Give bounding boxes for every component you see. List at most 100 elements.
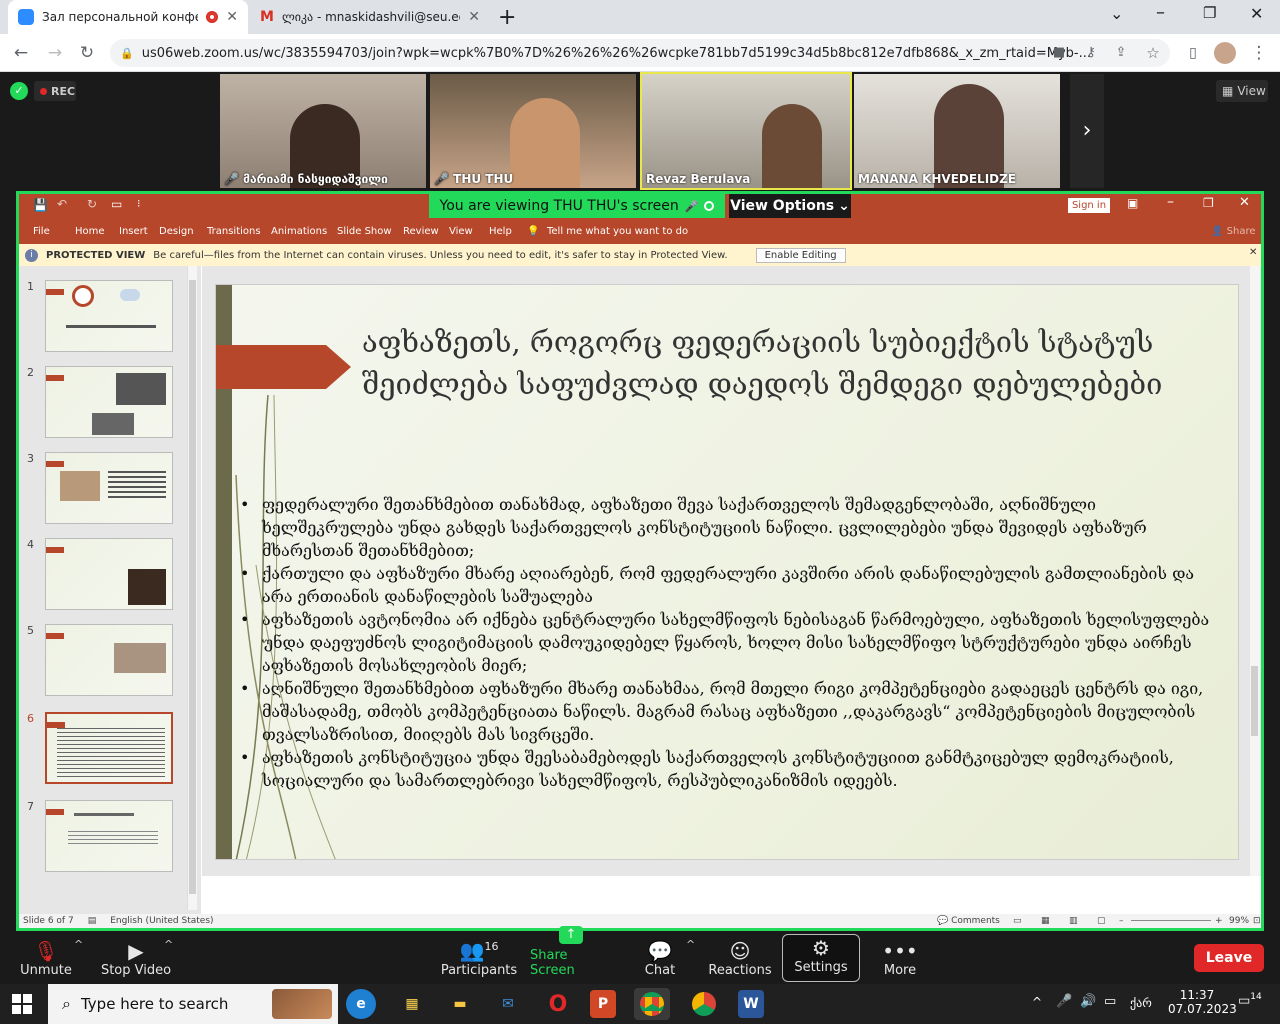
microphone-tray-icon[interactable]: 🎤 — [1056, 994, 1072, 1009]
next-videos-chevron-icon[interactable]: › — [1070, 74, 1104, 188]
zoom-level[interactable]: 99% — [1229, 916, 1249, 926]
new-tab-button[interactable]: + — [498, 5, 516, 30]
slide-thumbnail-selected[interactable] — [45, 712, 173, 784]
settings-button[interactable]: ⚙ Settings — [782, 934, 860, 982]
slide-thumbnail[interactable] — [45, 624, 173, 696]
spellcheck-icon[interactable]: ▤ — [88, 916, 97, 926]
participants-button[interactable]: 👥16 Participants — [441, 934, 517, 984]
zoom-out-icon[interactable]: – — [1119, 916, 1124, 926]
participant-video-tile[interactable]: 🎤 THU THU — [428, 72, 638, 190]
menu-view[interactable]: View — [449, 226, 473, 237]
menu-slide-show[interactable]: Slide Show — [337, 226, 392, 237]
close-icon[interactable]: ✕ — [1249, 247, 1257, 258]
slide-thumbnail[interactable] — [45, 452, 173, 524]
browser-tab-gmail[interactable]: M ლიკა - mnaskidashvili@seu.edu ✕ — [250, 0, 490, 34]
save-icon[interactable]: 💾 — [33, 198, 48, 212]
slideshow-view-icon[interactable]: ▢ — [1097, 916, 1106, 926]
key-icon[interactable]: ⚷ — [1080, 42, 1102, 64]
windows-start-icon[interactable] — [12, 994, 32, 1014]
reload-icon[interactable]: ↻ — [76, 42, 98, 64]
enable-editing-button[interactable]: Enable Editing — [755, 247, 846, 263]
mail-icon[interactable]: ✉ — [490, 988, 526, 1020]
fit-slide-icon[interactable]: ⊡ — [1253, 916, 1261, 926]
language-indicator[interactable]: English (United States) — [110, 916, 213, 926]
volume-icon[interactable]: 🔊 — [1080, 994, 1096, 1009]
stop-video-button[interactable]: ▶ Stop Video — [98, 934, 174, 984]
browser-menu-icon[interactable]: ⋮ — [1248, 42, 1270, 64]
slide-thumbnail[interactable] — [45, 538, 173, 610]
menu-insert[interactable]: Insert — [119, 226, 148, 237]
minimize-window-button[interactable]: – — [1156, 2, 1165, 23]
thumbnail-scrollbar[interactable] — [187, 266, 197, 910]
slide-thumbnail[interactable] — [45, 366, 173, 438]
present-icon[interactable]: ▭ — [111, 197, 122, 211]
minimize-icon[interactable]: – — [1167, 194, 1174, 210]
menu-help[interactable]: Help — [489, 226, 512, 237]
menu-file[interactable]: File — [33, 226, 50, 237]
slide-scrollbar[interactable] — [1250, 266, 1260, 876]
tab-search-icon[interactable]: ⌄ — [1110, 4, 1123, 23]
close-window-button[interactable]: ✕ — [1250, 4, 1263, 23]
side-panel-icon[interactable]: ▯ — [1182, 42, 1204, 64]
clock[interactable]: 11:37 07.07.2023 — [1168, 988, 1237, 1016]
unmute-button[interactable]: 🎙 Unmute — [14, 934, 78, 984]
leave-button[interactable]: Leave — [1194, 944, 1264, 972]
normal-view-icon[interactable]: ▭ — [1013, 916, 1022, 926]
chrome-profile-icon[interactable] — [686, 988, 722, 1020]
menu-review[interactable]: Review — [403, 226, 439, 237]
redo-icon[interactable]: ↻ — [87, 197, 97, 211]
edge-browser-icon[interactable]: e — [346, 989, 376, 1019]
slide-sorter-icon[interactable]: ▦ — [1041, 916, 1050, 926]
zoom-in-icon[interactable]: + — [1215, 916, 1223, 926]
participant-video-tile[interactable]: MANANA KHVEDELIDZE — [852, 72, 1062, 190]
menu-transitions[interactable]: Transitions — [207, 226, 261, 237]
url-field[interactable]: 🔒 us06web.zoom.us/wc/3835594703/join?wpk… — [110, 39, 1170, 67]
powerpoint-icon[interactable]: P — [590, 990, 616, 1018]
camera-blocked-icon[interactable]: ■ — [1048, 42, 1070, 64]
more-button[interactable]: ••• More — [876, 934, 924, 984]
network-icon[interactable]: ▭ — [1104, 994, 1116, 1009]
menu-animations[interactable]: Animations — [271, 226, 327, 237]
comments-button[interactable]: 💬 Comments — [937, 916, 1000, 926]
undo-icon[interactable]: ↶ — [57, 197, 67, 211]
browser-tab-zoom[interactable]: Зал персональной конфере ✕ — [8, 0, 248, 34]
restore-window-button[interactable]: ❐ — [1203, 4, 1216, 22]
opera-browser-icon[interactable]: O — [540, 988, 576, 1020]
view-button[interactable]: ▦ View — [1216, 80, 1268, 102]
close-tab-icon[interactable]: ✕ — [468, 9, 480, 25]
audio-options-caret-icon[interactable]: ^ — [74, 938, 83, 951]
chrome-browser-icon[interactable] — [634, 988, 670, 1020]
close-icon[interactable]: ✕ — [1239, 195, 1250, 210]
show-hidden-icons-caret[interactable]: ^ — [1032, 995, 1042, 1009]
forward-arrow-icon[interactable]: → — [44, 42, 66, 64]
slide-thumbnail[interactable] — [45, 280, 173, 352]
video-options-caret-icon[interactable]: ^ — [164, 938, 173, 951]
close-tab-icon[interactable]: ✕ — [226, 9, 238, 25]
tell-me-search[interactable]: Tell me what you want to do — [547, 226, 688, 237]
participant-video-tile-active-speaker[interactable]: Revaz Berulava — [640, 72, 852, 190]
participant-video-tile[interactable]: 🎤 მარიამი ნასყიდაშვილი — [218, 72, 428, 190]
share-button[interactable]: 👤 Share — [1211, 226, 1256, 237]
slide-6[interactable]: აფხაზეთს, როგორც ფედერაციის სუბიექტის სტ… — [215, 284, 1239, 860]
microsoft-store-icon[interactable]: ▦ — [394, 988, 430, 1020]
ribbon-display-options-icon[interactable]: ▣ — [1127, 196, 1138, 210]
word-icon[interactable]: W — [738, 990, 764, 1018]
sign-in-button[interactable]: Sign in — [1068, 198, 1110, 213]
taskbar-search-box[interactable]: ⌕ Type here to search — [48, 984, 338, 1024]
menu-design[interactable]: Design — [159, 226, 194, 237]
slide-thumbnail[interactable] — [45, 800, 173, 872]
restore-icon[interactable]: ❐ — [1203, 196, 1214, 210]
quick-access-more-icon[interactable]: ⁝ — [137, 197, 141, 210]
chat-options-caret-icon[interactable]: ^ — [686, 938, 695, 951]
share-page-icon[interactable]: ⇪ — [1110, 42, 1132, 64]
reading-view-icon[interactable]: ▥ — [1069, 916, 1078, 926]
file-explorer-icon[interactable]: ▬ — [442, 988, 478, 1020]
back-arrow-icon[interactable]: ← — [10, 42, 32, 64]
slide-title[interactable]: აფხაზეთს, როგორც ფედერაციის სუბიექტის სტ… — [362, 321, 1232, 405]
reactions-button[interactable]: ☺ Reactions — [708, 934, 772, 984]
zoom-slider[interactable] — [1131, 920, 1211, 921]
profile-avatar[interactable] — [1214, 42, 1236, 64]
shield-check-icon[interactable]: ✓ — [10, 82, 28, 100]
view-options-dropdown[interactable]: View Options ⌄ — [729, 194, 851, 218]
menu-home[interactable]: Home — [75, 226, 105, 237]
